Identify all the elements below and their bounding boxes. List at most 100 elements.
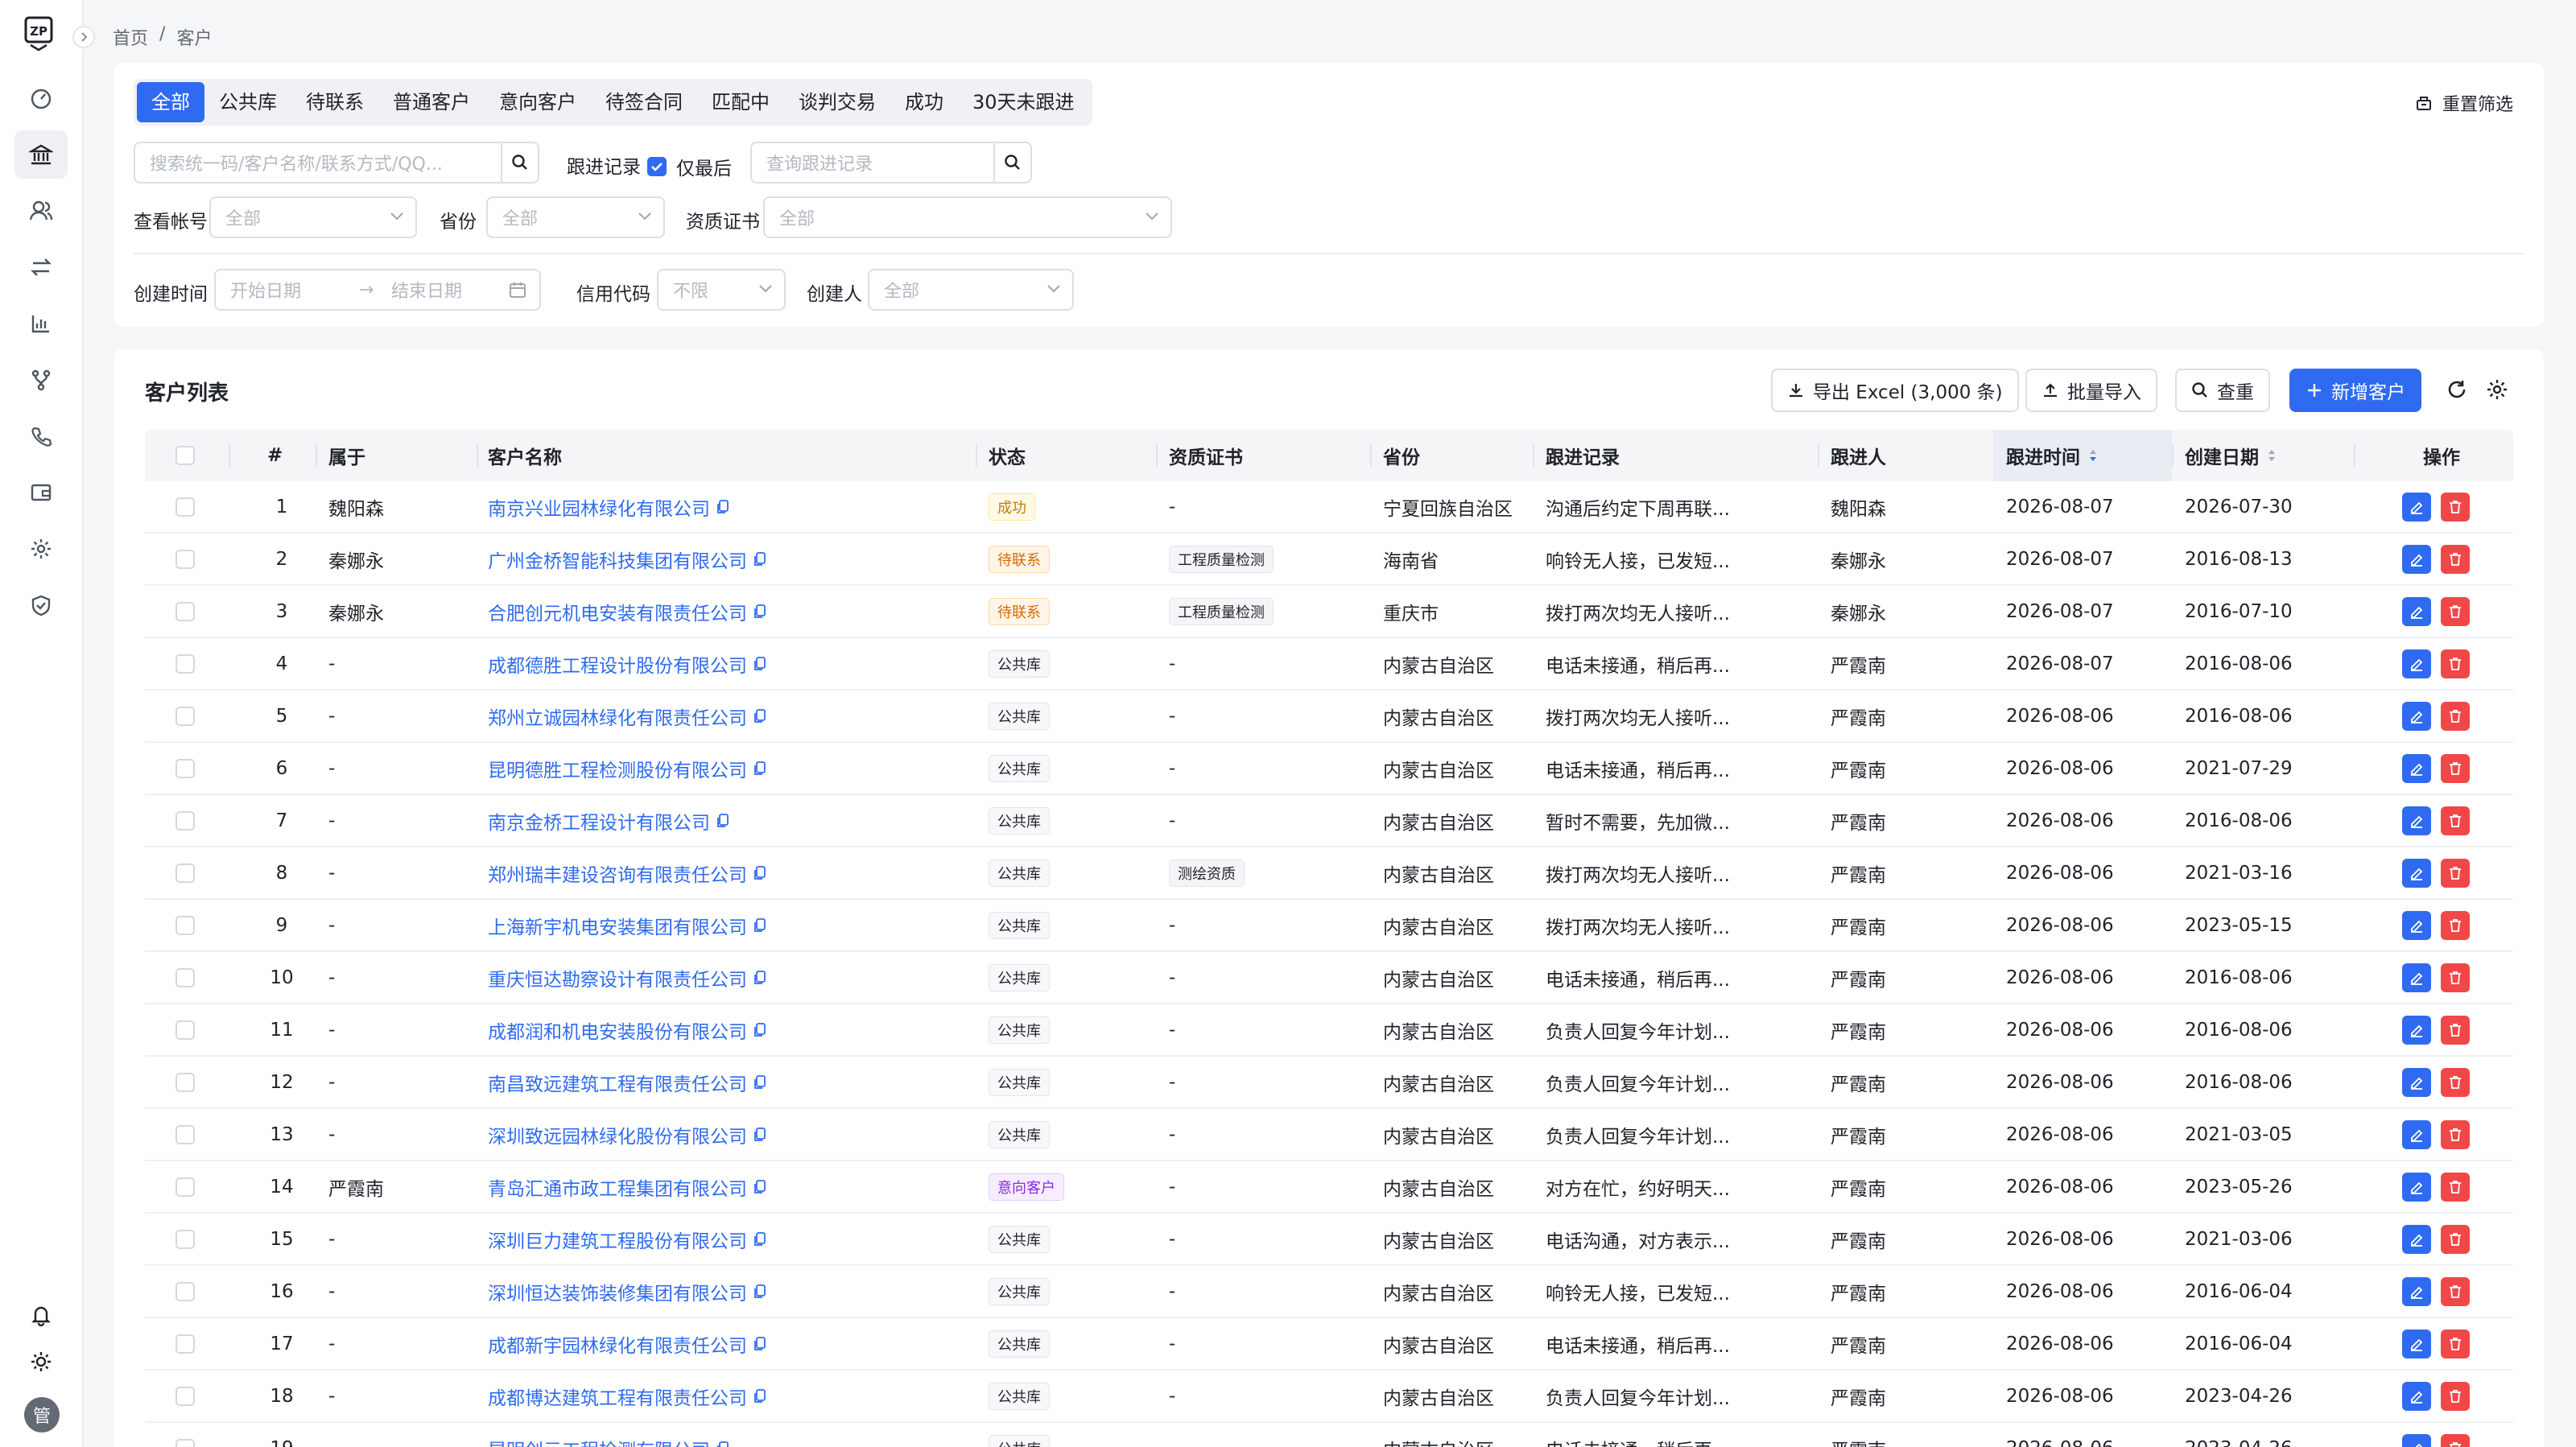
- checkbox[interactable]: [175, 1229, 195, 1249]
- customer-name-link[interactable]: 广州金桥智能科技集团有限公司: [488, 534, 766, 584]
- delete-button[interactable]: [2441, 492, 2470, 521]
- customer-name[interactable]: 上海新宇机电安装集团有限公司: [488, 912, 747, 939]
- table-row[interactable]: 15 - 深圳巨力建筑工程股份有限公司 公共库 - 内蒙古自治区 电话沟通，对方表示... 严…: [145, 1214, 2513, 1266]
- edit-button[interactable]: [2402, 1329, 2431, 1358]
- account-select[interactable]: 全部: [209, 196, 417, 238]
- row-checkbox[interactable]: [175, 1004, 195, 1055]
- table-row[interactable]: 9 - 上海新宇机电安装集团有限公司 公共库 - 内蒙古自治区 拨打两次均无人接听... 严霞…: [145, 900, 2513, 952]
- row-follow-record[interactable]: 拨打两次均无人接听...: [1546, 586, 1730, 637]
- edit-button[interactable]: [2402, 544, 2431, 574]
- customer-name[interactable]: 南京兴业园林绿化有限公司: [488, 493, 710, 521]
- table-row[interactable]: 3 秦娜永 合肥创元机电安装有限责任公司 待联系 工程质量检测 重庆市 拨打两次均无人接听.…: [145, 586, 2513, 638]
- row-follow-record[interactable]: 拨打两次均无人接听...: [1546, 847, 1730, 898]
- customer-name-link[interactable]: 深圳恒达装饰装修集团有限公司: [488, 1266, 766, 1317]
- chart-icon[interactable]: [14, 299, 68, 348]
- bank-icon[interactable]: [14, 130, 68, 179]
- edit-button[interactable]: [2402, 753, 2431, 783]
- row-checkbox[interactable]: [175, 1371, 195, 1421]
- row-follow-record[interactable]: 电话未接通，稍后再...: [1546, 952, 1730, 1003]
- row-checkbox[interactable]: [175, 1214, 195, 1264]
- customer-name[interactable]: 郑州瑞丰建设咨询有限责任公司: [488, 860, 747, 887]
- copy-icon[interactable]: [753, 1284, 766, 1300]
- edit-button[interactable]: [2402, 596, 2431, 626]
- customer-name-link[interactable]: 深圳致远园林绿化股份有限公司: [488, 1109, 766, 1160]
- edit-button[interactable]: [2402, 963, 2431, 992]
- delete-button[interactable]: [2441, 1224, 2470, 1254]
- row-checkbox[interactable]: [175, 1161, 195, 1212]
- customer-name[interactable]: 合肥创元机电安装有限责任公司: [488, 598, 747, 625]
- tab-5[interactable]: 待签合同: [591, 82, 697, 122]
- delete-button[interactable]: [2441, 1276, 2470, 1306]
- customer-name[interactable]: 深圳致远园林绿化股份有限公司: [488, 1121, 747, 1148]
- customer-name-link[interactable]: 深圳巨力建筑工程股份有限公司: [488, 1214, 766, 1264]
- checkbox[interactable]: [175, 967, 195, 987]
- refresh-icon[interactable]: [2446, 378, 2468, 401]
- tab-8[interactable]: 成功: [890, 82, 958, 122]
- edit-button[interactable]: [2402, 1172, 2431, 1202]
- row-checkbox[interactable]: [175, 638, 195, 689]
- copy-icon[interactable]: [753, 761, 766, 777]
- shield-icon[interactable]: [14, 581, 68, 629]
- edit-button[interactable]: [2402, 1067, 2431, 1097]
- checkbox[interactable]: [175, 446, 195, 465]
- customer-name-link[interactable]: 青岛汇通市政工程集团有限公司: [488, 1161, 766, 1212]
- transfer-icon[interactable]: [14, 243, 68, 291]
- gear-icon[interactable]: [14, 525, 68, 573]
- checkbox[interactable]: [175, 1072, 195, 1092]
- row-follow-record[interactable]: 电话未接通，稍后再...: [1546, 1423, 1730, 1447]
- checkbox[interactable]: [175, 810, 195, 831]
- checkbox-checked[interactable]: [647, 157, 667, 176]
- row-checkbox[interactable]: [175, 900, 195, 950]
- table-row[interactable]: 6 - 昆明德胜工程检测股份有限公司 公共库 - 内蒙古自治区 电话未接通，稍后再... 严霞…: [145, 743, 2513, 795]
- row-checkbox[interactable]: [175, 534, 195, 584]
- customer-name[interactable]: 成都新宇园林绿化有限责任公司: [488, 1330, 747, 1358]
- sidebar-collapse-button[interactable]: [72, 26, 95, 48]
- users-icon[interactable]: [14, 187, 68, 235]
- breadcrumb-home[interactable]: 首页: [113, 24, 148, 50]
- checkbox[interactable]: [175, 653, 195, 674]
- dedupe-button[interactable]: 查重: [2175, 369, 2270, 412]
- row-checkbox[interactable]: [175, 952, 195, 1003]
- checkbox[interactable]: [175, 1334, 195, 1354]
- table-row[interactable]: 5 - 郑州立诚园林绿化有限责任公司 公共库 - 内蒙古自治区 拨打两次均无人接听... 严霞…: [145, 691, 2513, 743]
- customer-name[interactable]: 深圳恒达装饰装修集团有限公司: [488, 1278, 747, 1305]
- delete-button[interactable]: [2441, 910, 2470, 940]
- checkbox[interactable]: [175, 758, 195, 778]
- row-checkbox[interactable]: [175, 1318, 195, 1369]
- search-input[interactable]: 搜索统一码/客户名称/联系方式/QQ...: [134, 142, 502, 183]
- row-follow-record[interactable]: 负责人回复今年计划...: [1546, 1004, 1730, 1055]
- copy-icon[interactable]: [753, 970, 766, 986]
- copy-icon[interactable]: [716, 813, 729, 829]
- table-row[interactable]: 17 - 成都新宇园林绿化有限责任公司 公共库 - 内蒙古自治区 电话未接通，稍后再... 严…: [145, 1318, 2513, 1371]
- row-follow-record[interactable]: 负责人回复今年计划...: [1546, 1371, 1730, 1421]
- tab-4[interactable]: 意向客户: [485, 82, 591, 122]
- select-all-checkbox[interactable]: [175, 430, 195, 481]
- edit-button[interactable]: [2402, 492, 2431, 521]
- customer-name-link[interactable]: 南京金桥工程设计有限公司: [488, 795, 729, 846]
- row-follow-record[interactable]: 拨打两次均无人接听...: [1546, 900, 1730, 950]
- app-logo[interactable]: ZP: [24, 16, 56, 52]
- checkbox[interactable]: [175, 549, 195, 569]
- edit-button[interactable]: [2402, 649, 2431, 678]
- bell-icon[interactable]: [14, 1291, 68, 1339]
- user-avatar[interactable]: 管: [24, 1397, 60, 1433]
- customer-name[interactable]: 广州金桥智能科技集团有限公司: [488, 546, 747, 573]
- tab-7[interactable]: 谈判交易: [784, 82, 890, 122]
- delete-button[interactable]: [2441, 1172, 2470, 1202]
- branch-icon[interactable]: [14, 356, 68, 404]
- customer-name-link[interactable]: 昆明创元工程检测有限公司: [488, 1423, 729, 1447]
- delete-button[interactable]: [2441, 1329, 2470, 1358]
- customer-name[interactable]: 昆明创元工程检测有限公司: [488, 1435, 710, 1447]
- row-checkbox[interactable]: [175, 1109, 195, 1160]
- checkbox[interactable]: [175, 1020, 195, 1040]
- row-checkbox[interactable]: [175, 691, 195, 741]
- row-checkbox[interactable]: [175, 1057, 195, 1107]
- search-button[interactable]: [502, 142, 539, 183]
- table-settings-icon[interactable]: [2486, 378, 2508, 401]
- copy-icon[interactable]: [753, 1388, 766, 1404]
- cert-select[interactable]: 全部: [763, 196, 1172, 238]
- checkbox[interactable]: [175, 706, 195, 726]
- checkbox[interactable]: [175, 1124, 195, 1144]
- tab-3[interactable]: 普通客户: [378, 82, 485, 122]
- follow-search-button[interactable]: [995, 142, 1032, 183]
